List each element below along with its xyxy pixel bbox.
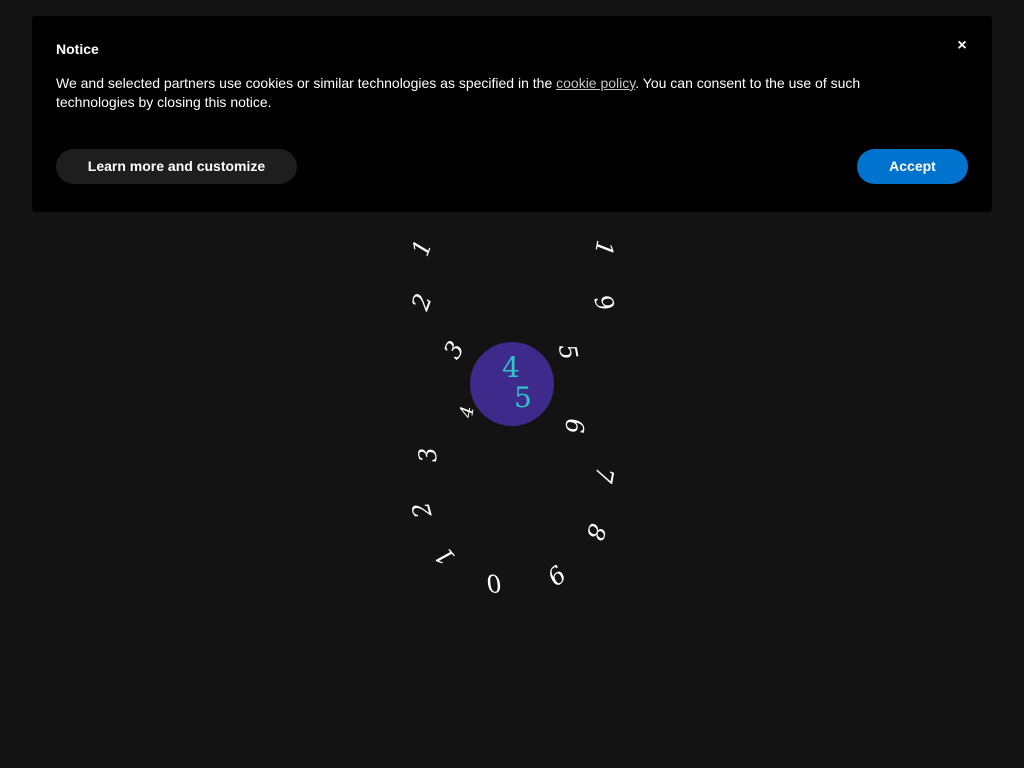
spiral-digit: 9 — [588, 291, 620, 315]
center-circle: 4 5 — [470, 342, 554, 426]
spiral-digit: 9 — [541, 559, 571, 591]
spiral-digit: 3 — [413, 446, 443, 464]
center-digit: 4 — [502, 351, 520, 384]
spiral-digit: 5 — [552, 342, 584, 362]
spiral-digit: 1 — [429, 541, 461, 571]
spiral-digit: 1 — [406, 236, 438, 260]
spiral-digit: 2 — [406, 498, 438, 522]
spiral-digit: 7 — [588, 465, 620, 485]
center-digit: 5 — [514, 381, 532, 414]
spiral-digit: 1 — [588, 238, 620, 258]
spiral-digit: 8 — [580, 520, 612, 544]
spiral-digit: 2 — [406, 290, 438, 314]
number-spiral: 1 2 3 4 3 2 1 0 9 8 7 6 5 9 1 4 5 — [0, 0, 1024, 768]
spiral-digit: 6 — [560, 418, 588, 434]
spiral-digit: 3 — [438, 336, 470, 364]
spiral-digit: 0 — [485, 568, 503, 598]
